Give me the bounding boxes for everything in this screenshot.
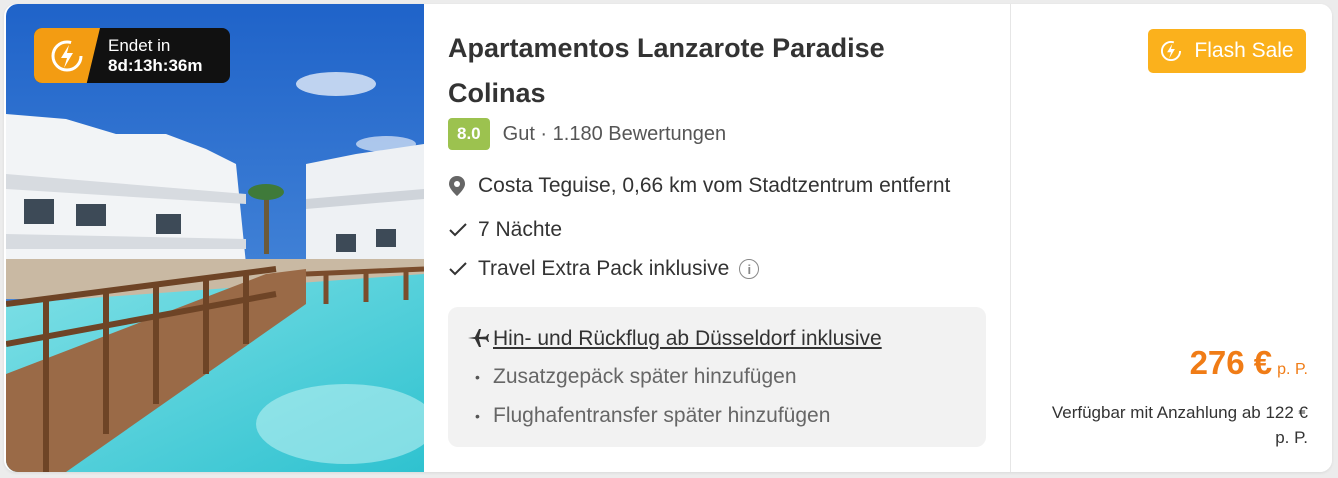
- flash-sale-badge: Flash Sale: [1148, 29, 1306, 73]
- hotel-offer-card[interactable]: Endet in 8d:13h:36m Apartamentos Lanzaro…: [4, 4, 1332, 472]
- location-row: Costa Teguise, 0,66 km vom Stadtzentrum …: [448, 174, 950, 198]
- deposit-info: Verfügbar mit Anzahlung ab 122 € p. P.: [1051, 403, 1308, 447]
- flash-sale-label: Flash Sale: [1194, 39, 1294, 62]
- location-text: Costa Teguise, 0,66 km vom Stadtzentrum …: [478, 174, 951, 197]
- luggage-option: • Zusatzgepäck später hinzufügen: [462, 365, 797, 389]
- rating-score-badge: 8.0: [448, 118, 490, 150]
- nights-text: 7 Nächte: [478, 218, 563, 241]
- extra-pack-row: Travel Extra Pack inklusive i: [448, 257, 760, 281]
- luggage-text: Zusatzgepäck später hinzufügen: [493, 365, 797, 388]
- check-icon: [448, 261, 478, 277]
- location-pin-icon: [448, 175, 478, 197]
- bullet: •: [475, 369, 480, 385]
- airplane-icon: [462, 328, 493, 351]
- rating-summary: 8.0 Gut · 1.180 Bewertungen: [448, 118, 726, 150]
- bullet: •: [475, 408, 480, 424]
- price: 276 € p. P.: [1190, 344, 1308, 382]
- countdown-label: Endet in: [108, 35, 171, 55]
- countdown-value: 8d:13h:36m: [108, 55, 203, 75]
- price-amount: 276 €: [1189, 344, 1273, 381]
- flight-row[interactable]: Hin- und Rückflug ab Düsseldorf inklusiv…: [462, 327, 882, 351]
- flight-link[interactable]: Hin- und Rückflug ab Düsseldorf inklusiv…: [493, 327, 882, 351]
- flash-clock-icon: [34, 28, 100, 83]
- hotel-photo[interactable]: Endet in 8d:13h:36m: [6, 4, 424, 472]
- price-panel: Flash Sale 276 € p. P. Verfügbar mit Anz…: [1011, 4, 1332, 472]
- transfer-text: Flughafentransfer später hinzufügen: [493, 404, 831, 427]
- nights-row: 7 Nächte: [448, 218, 562, 242]
- extra-pack-text: Travel Extra Pack inklusive: [478, 257, 730, 280]
- rating-text[interactable]: Gut · 1.180 Bewertungen: [503, 123, 726, 146]
- flash-clock-icon: [1160, 40, 1182, 62]
- deal-countdown: Endet in 8d:13h:36m: [34, 28, 230, 83]
- price-unit: p. P.: [1277, 361, 1308, 378]
- check-icon: [448, 222, 478, 238]
- offer-details: Apartamentos Lanzarote Paradise Colinas …: [448, 4, 1008, 472]
- flight-box: Hin- und Rückflug ab Düsseldorf inklusiv…: [448, 307, 986, 447]
- info-icon[interactable]: i: [739, 259, 760, 279]
- transfer-option: • Flughafentransfer später hinzufügen: [462, 404, 830, 428]
- hotel-name[interactable]: Apartamentos Lanzarote Paradise Colinas: [448, 26, 948, 116]
